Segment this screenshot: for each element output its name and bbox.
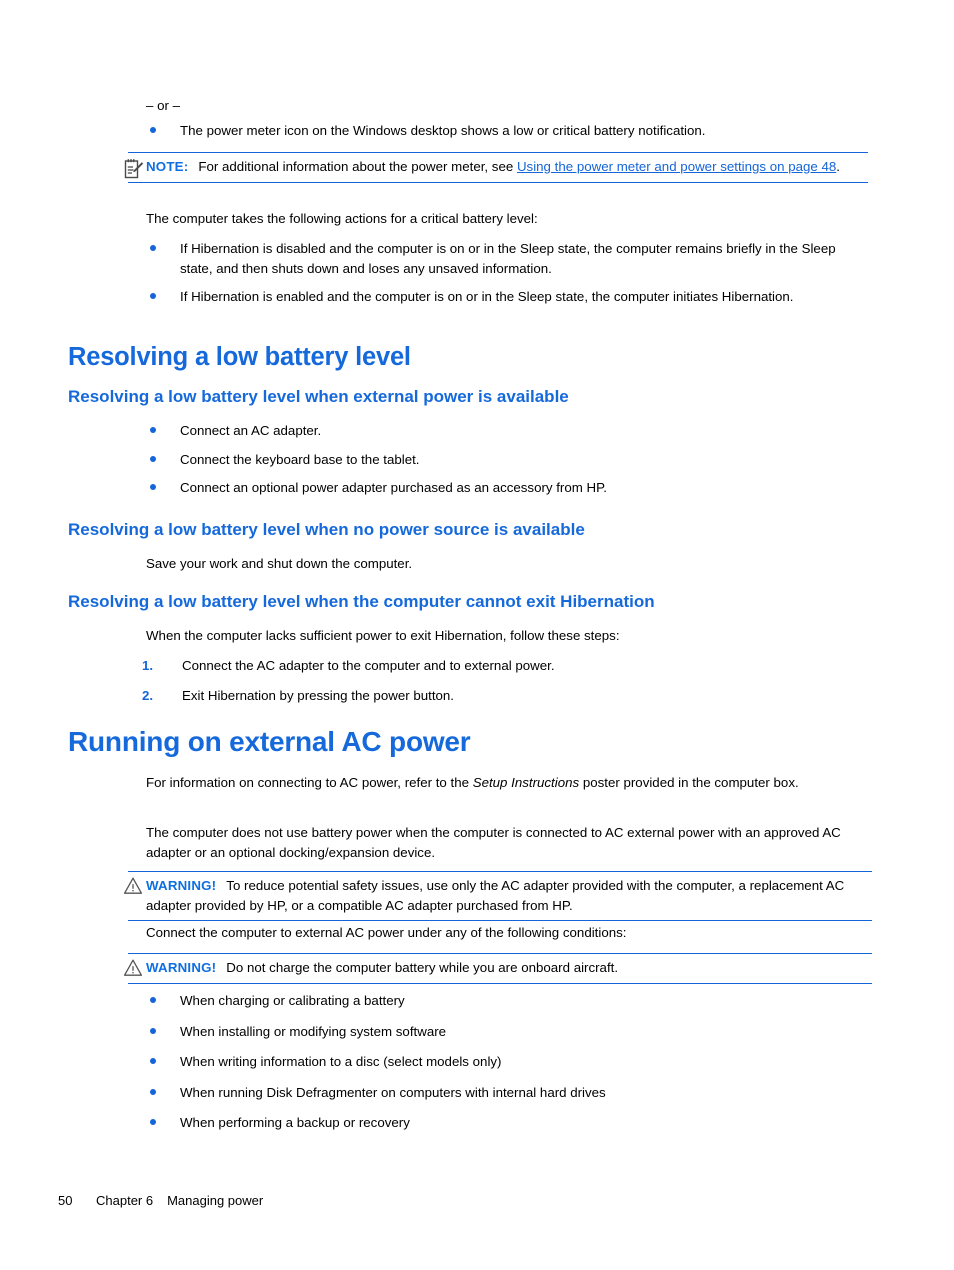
bullet-dot-icon — [150, 127, 156, 133]
list-item-text: When performing a backup or recovery — [180, 1115, 410, 1130]
conditions-intro-paragraph: Connect the computer to external AC powe… — [146, 925, 627, 940]
list-item: When running Disk Defragmenter on comput… — [150, 1083, 868, 1114]
list-item: If Hibernation is enabled and the comput… — [150, 287, 868, 316]
list-item: Connect the keyboard base to the tablet. — [150, 450, 868, 479]
footer-page-number: 50 — [58, 1193, 73, 1208]
list-item: When writing information to a disc (sele… — [150, 1052, 868, 1083]
warning-admonition-ac-adapter: WARNING! To reduce potential safety issue… — [123, 871, 872, 921]
warning-body: WARNING! To reduce potential safety issue… — [128, 876, 872, 915]
note-text-after: . — [836, 159, 840, 174]
warning-triangle-icon — [123, 958, 143, 980]
step-number: 2. — [142, 687, 154, 703]
bullet-dot-icon — [150, 997, 156, 1003]
footer-chapter-title: Managing power — [167, 1193, 264, 1208]
list-item-text: Exit Hibernation by pressing the power b… — [182, 687, 455, 703]
external-ac-paragraph-2: The computer does not use battery power … — [146, 825, 841, 860]
note-label: NOTE: — [146, 159, 189, 174]
section-heading-resolving-low-battery: Resolving a low battery level — [68, 343, 411, 371]
subsection-heading-no-power-source: Resolving a low battery level when no po… — [68, 520, 585, 539]
list-item: When performing a backup or recovery — [150, 1113, 868, 1144]
section-heading-running-external-ac-power: Running on external AC power — [68, 726, 471, 757]
list-item: Connect an optional power adapter purcha… — [150, 478, 868, 507]
bullet-dot-icon — [150, 1088, 156, 1095]
list-item: When installing or modifying system soft… — [150, 1022, 868, 1053]
external-power-bullet-list: Connect an AC adapter. Connect the keybo… — [0, 421, 954, 507]
list-item-text: When installing or modifying system soft… — [180, 1023, 447, 1039]
list-item: Connect an AC adapter. — [150, 421, 868, 450]
list-item-text: If Hibernation is enabled and the comput… — [180, 289, 794, 304]
note-body: NOTE: For additional information about th… — [128, 157, 868, 177]
warning-label: WARNING! — [146, 960, 217, 975]
critical-battery-bullet-list: If Hibernation is disabled and the compu… — [0, 239, 954, 316]
bullet-dot-icon — [150, 455, 156, 462]
no-power-source-paragraph: Save your work and shut down the compute… — [146, 556, 413, 571]
para1-after-italic: poster provided in the computer box. — [579, 775, 799, 790]
step-number: 1. — [142, 658, 154, 673]
list-item: 2. Exit Hibernation by pressing the powe… — [142, 686, 868, 716]
list-item-text: Connect an optional power adapter purcha… — [180, 480, 607, 495]
page-footer: 50 Chapter 6 Managing power — [58, 1192, 263, 1210]
hibernation-steps-list: 1. Connect the AC adapter to the compute… — [0, 656, 954, 715]
bullet-dot-icon — [150, 1119, 156, 1125]
warning-body: WARNING! Do not charge the computer batte… — [128, 958, 872, 978]
document-page: – or – The power meter icon on the Windo… — [0, 0, 954, 1270]
note-pencil-icon — [124, 158, 144, 180]
footer-chapter: Chapter 6 — [96, 1193, 154, 1208]
list-item-text: Connect the AC adapter to the computer a… — [182, 658, 555, 673]
cannot-exit-hibernation-paragraph: When the computer lacks sufficient power… — [146, 628, 620, 643]
critical-level-intro: The computer takes the following actions… — [146, 211, 538, 226]
note-cross-reference-link[interactable]: Using the power meter and power settings… — [517, 159, 836, 174]
warning-label: WARNING! — [146, 878, 217, 893]
bullet-dot-icon — [150, 427, 156, 433]
bullet-dot-icon — [150, 245, 156, 251]
warning-triangle-icon — [123, 876, 143, 898]
bullet-dot-icon — [150, 484, 156, 490]
list-item-text: When writing information to a disc (sele… — [180, 1054, 502, 1069]
bullet-dot-icon — [150, 1058, 156, 1064]
list-item-text: When charging or calibrating a battery — [180, 993, 405, 1008]
power-meter-bullet-list: The power meter icon on the Windows desk… — [0, 121, 954, 150]
list-item: The power meter icon on the Windows desk… — [150, 121, 868, 150]
bullet-dot-icon — [150, 293, 156, 299]
para1-before-italic: For information on connecting to AC powe… — [146, 775, 473, 790]
list-item-text: When running Disk Defragmenter on comput… — [180, 1084, 606, 1100]
warning-admonition-aircraft: WARNING! Do not charge the computer batte… — [123, 953, 872, 984]
list-item-text: Connect an AC adapter. — [180, 423, 322, 438]
warning-text: To reduce potential safety issues, use o… — [146, 878, 845, 913]
subsection-heading-external-power-available: Resolving a low battery level when exter… — [68, 387, 569, 406]
ac-power-conditions-bullet-list: When charging or calibrating a battery W… — [0, 991, 954, 1144]
warning-text: Do not charge the computer battery while… — [226, 960, 619, 975]
list-item-text: If Hibernation is disabled and the compu… — [180, 241, 836, 276]
list-item: 1. Connect the AC adapter to the compute… — [142, 656, 868, 686]
list-item-text: The power meter icon on the Windows desk… — [180, 123, 706, 138]
list-item-text: Connect the keyboard base to the tablet. — [180, 451, 420, 467]
list-item: If Hibernation is disabled and the compu… — [150, 239, 868, 287]
external-ac-paragraph-1: For information on connecting to AC powe… — [146, 773, 868, 793]
list-item: When charging or calibrating a battery — [150, 991, 868, 1022]
note-admonition: NOTE: For additional information about th… — [124, 152, 868, 183]
setup-instructions-title: Setup Instructions — [472, 775, 580, 790]
subsection-heading-cannot-exit-hibernation: Resolving a low battery level when the c… — [68, 592, 655, 611]
bullet-dot-icon — [150, 1027, 156, 1034]
or-separator: – or – — [146, 98, 181, 113]
note-text-before: For additional information about the pow… — [198, 159, 517, 174]
